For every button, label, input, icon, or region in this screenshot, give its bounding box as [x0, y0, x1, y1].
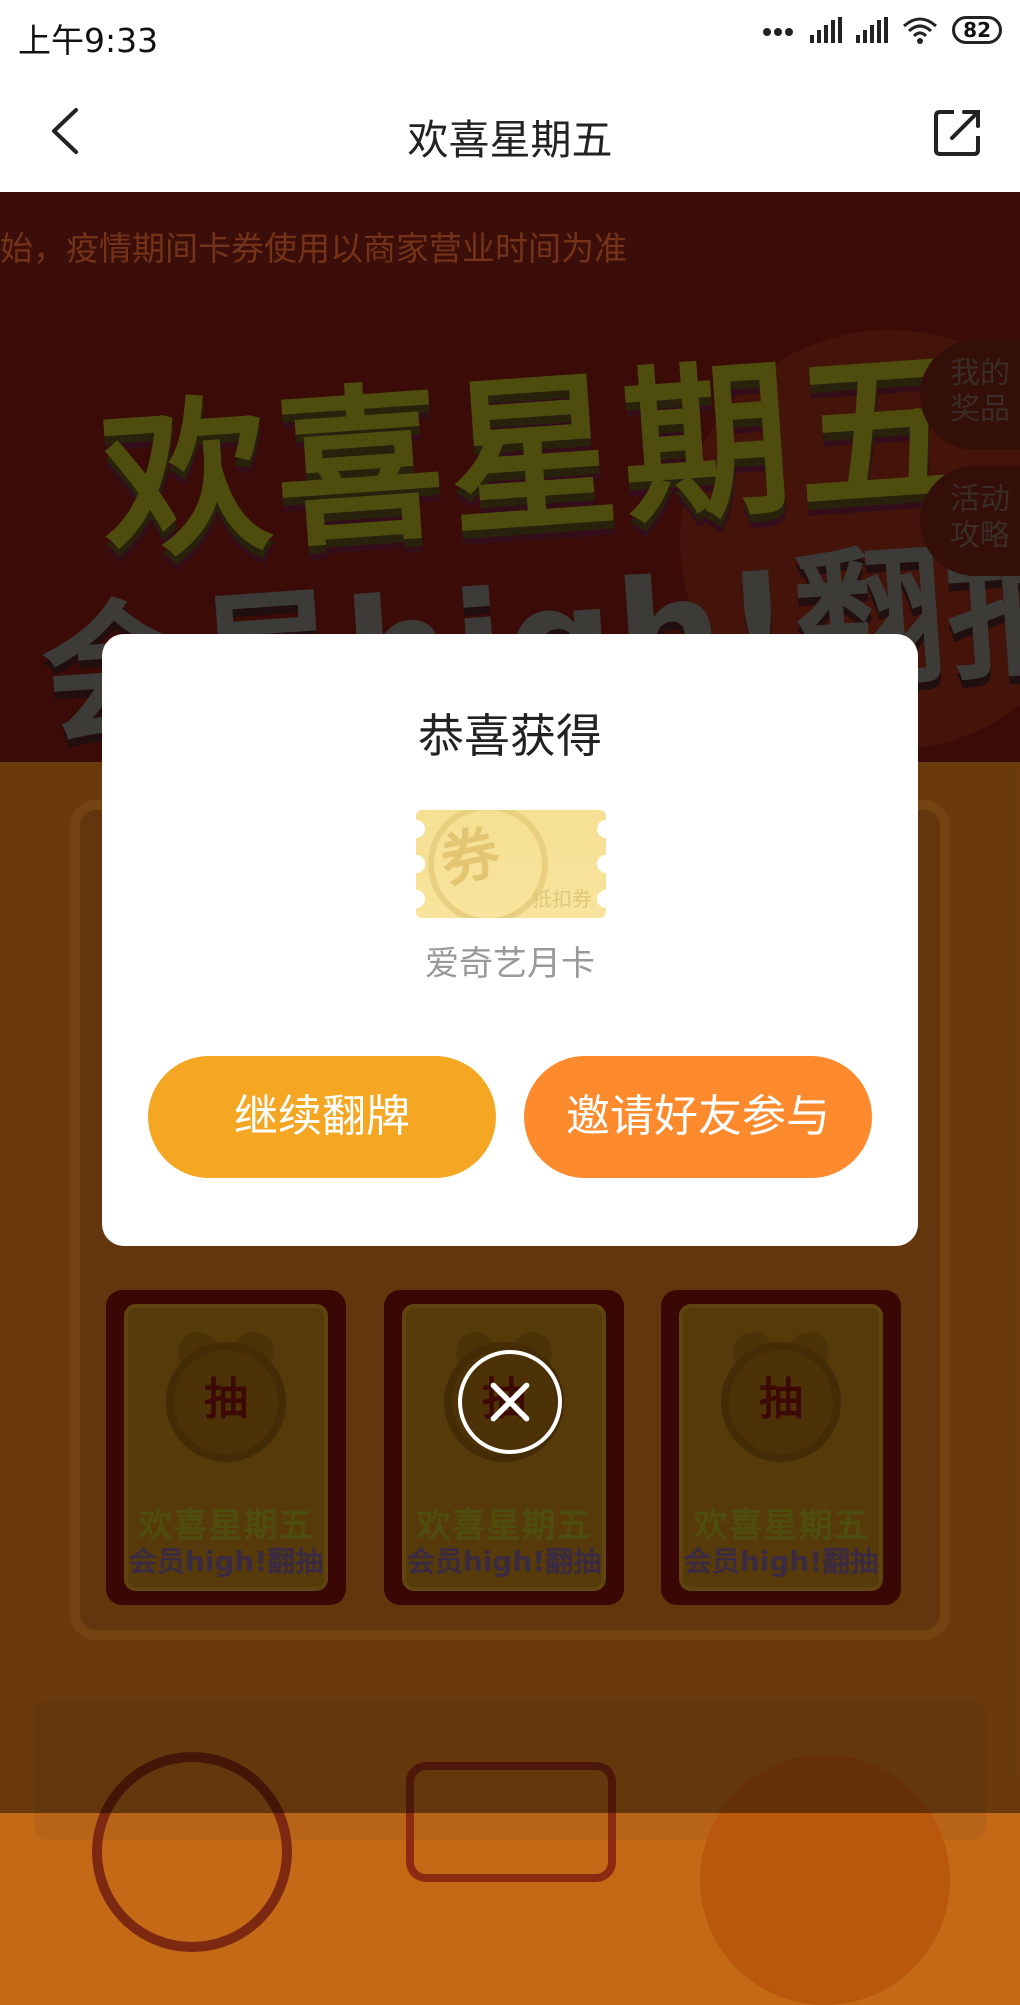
- battery-icon: 82: [952, 16, 1002, 44]
- coupon-notch: [416, 820, 425, 838]
- coupon-notch: [597, 820, 606, 838]
- page-title: 欢喜星期五: [407, 116, 613, 164]
- dialog-heading: 恭喜获得: [418, 709, 602, 763]
- coupon-notch: [416, 890, 425, 908]
- coupon-seal: 券: [428, 810, 548, 918]
- wifi-icon: [903, 17, 938, 44]
- title-bar: 欢喜星期五: [0, 70, 1020, 192]
- coupon-seal-glyph: 券: [434, 817, 506, 897]
- coupon-notch: [597, 890, 606, 908]
- prize-name: 爱奇艺月卡: [425, 944, 595, 984]
- status-bar: 上午9:33 82: [0, 0, 1020, 70]
- prize-dialog: 恭喜获得 券 抵扣券 爱奇艺月卡 继续翻牌 邀请好友参与: [102, 634, 918, 1246]
- signal-icon: [856, 17, 889, 43]
- status-time: 上午9:33: [18, 21, 159, 60]
- status-icons: 82: [763, 16, 1002, 44]
- continue-flip-button[interactable]: 继续翻牌: [148, 1056, 496, 1178]
- signal-icon: [810, 17, 843, 43]
- coupon-notch: [597, 855, 606, 873]
- invite-friends-button[interactable]: 邀请好友参与: [524, 1056, 872, 1178]
- coupon-tag: 抵扣券: [532, 887, 592, 911]
- coupon-notch: [416, 855, 425, 873]
- coupon-icon: 券 抵扣券: [416, 810, 606, 918]
- close-icon[interactable]: [458, 1350, 562, 1454]
- share-icon[interactable]: [932, 106, 984, 158]
- more-dots-icon: [763, 21, 796, 40]
